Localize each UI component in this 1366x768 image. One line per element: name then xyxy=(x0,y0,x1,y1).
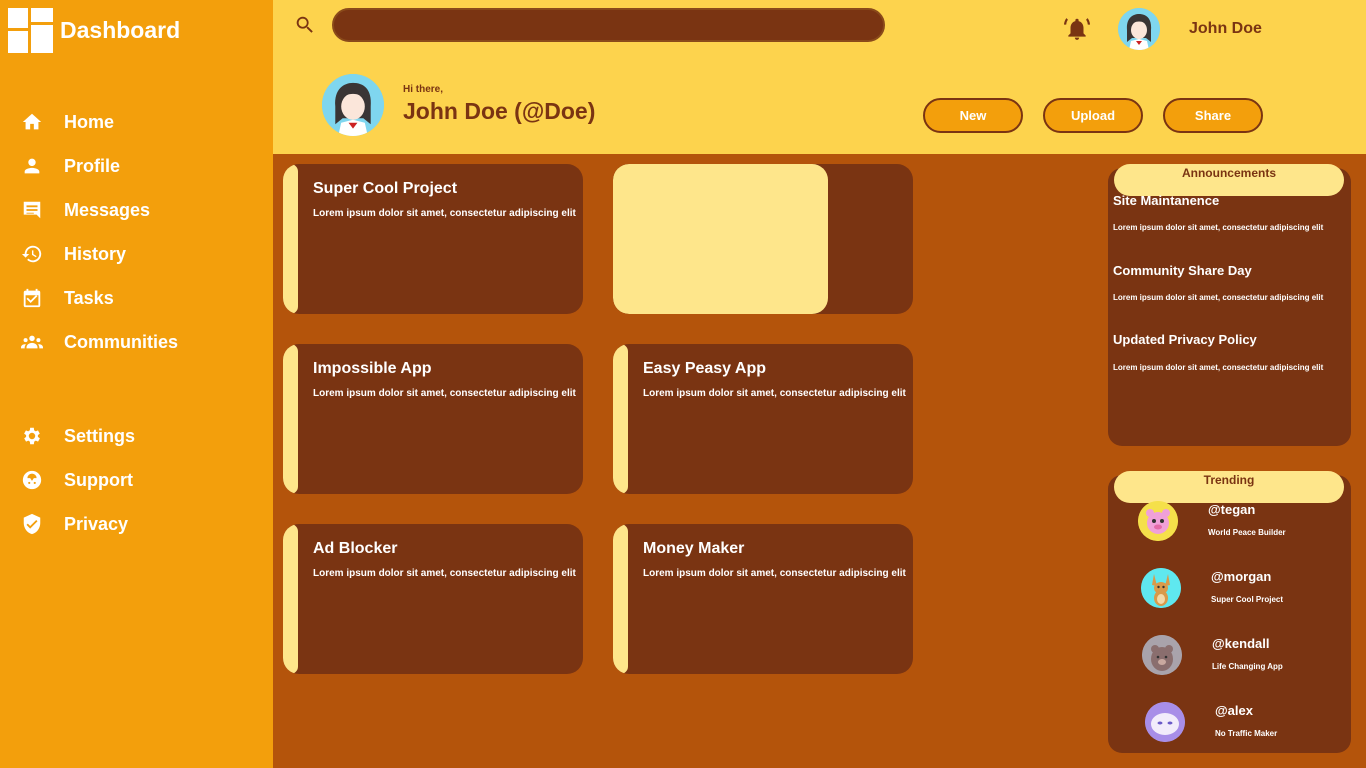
card-description: Lorem ipsum dolor sit amet, consectetur … xyxy=(313,568,576,579)
project-card-super-cool-project[interactable]: Super Cool Project Lorem ipsum dolor sit… xyxy=(283,164,583,314)
bell-icon[interactable] xyxy=(1064,16,1090,42)
trending-avatar-alex[interactable] xyxy=(1145,702,1185,742)
sidebar-item-messages[interactable]: Messages xyxy=(20,196,150,224)
card-description: Lorem ipsum dolor sit amet, consectetur … xyxy=(643,388,906,399)
card-title: Ad Blocker xyxy=(313,540,398,557)
sidebar-item-communities[interactable]: Communities xyxy=(20,328,178,356)
trending-avatar-kendall[interactable] xyxy=(1142,635,1182,675)
sidebar-item-label: Privacy xyxy=(64,513,129,534)
trending-avatar-tegan[interactable] xyxy=(1138,501,1178,541)
card-accent xyxy=(613,524,628,674)
sidebar-item-support[interactable]: Support xyxy=(20,466,133,494)
trending-project: Super Cool Project xyxy=(1211,595,1284,604)
trending-handle[interactable]: @morgan xyxy=(1211,569,1271,584)
card-description: Lorem ipsum dolor sit amet, consectetur … xyxy=(313,208,576,219)
trending-title: Trending xyxy=(1114,471,1344,503)
sidebar-item-history[interactable]: History xyxy=(20,240,126,268)
history-icon xyxy=(20,242,44,266)
card-placeholder xyxy=(613,164,828,314)
gear-icon xyxy=(20,424,44,448)
announcement-title[interactable]: Site Maintanence xyxy=(1113,193,1219,208)
trending-handle[interactable]: @kendall xyxy=(1212,636,1269,651)
sidebar-item-settings[interactable]: Settings xyxy=(20,422,135,450)
sidebar-item-privacy[interactable]: Privacy xyxy=(20,510,128,538)
announcement-description: Lorem ipsum dolor sit amet, consectetur … xyxy=(1113,293,1324,302)
card-description: Lorem ipsum dolor sit amet, consectetur … xyxy=(313,388,576,399)
profile-avatar xyxy=(322,74,384,136)
card-accent xyxy=(283,524,298,674)
announcements-title: Announcements xyxy=(1114,164,1344,196)
trending-handle[interactable]: @tegan xyxy=(1208,502,1255,517)
sidebar-item-label: Settings xyxy=(64,425,136,446)
share-button[interactable]: Share xyxy=(1163,98,1263,133)
project-card-impossible-app[interactable]: Impossible App Lorem ipsum dolor sit ame… xyxy=(283,344,583,494)
card-description: Lorem ipsum dolor sit amet, consectetur … xyxy=(643,568,906,579)
sidebar-item-label: History xyxy=(64,243,127,264)
avatar[interactable] xyxy=(1118,8,1160,50)
sidebar: Dashboard Home Profile Messages History … xyxy=(0,0,273,768)
sidebar-item-label: Communities xyxy=(64,331,179,352)
sidebar-item-label: Profile xyxy=(64,155,121,176)
project-card-empty[interactable] xyxy=(613,164,913,314)
sidebar-item-profile[interactable]: Profile xyxy=(20,152,120,180)
sidebar-item-home[interactable]: Home xyxy=(20,108,114,136)
sidebar-item-label: Tasks xyxy=(64,287,114,308)
card-accent xyxy=(613,344,628,494)
card-title: Easy Peasy App xyxy=(643,360,767,377)
announcement-description: Lorem ipsum dolor sit amet, consectetur … xyxy=(1113,223,1324,232)
project-card-easy-peasy-app[interactable]: Easy Peasy App Lorem ipsum dolor sit ame… xyxy=(613,344,913,494)
user-name[interactable]: John Doe xyxy=(1189,20,1262,38)
project-card-ad-blocker[interactable]: Ad Blocker Lorem ipsum dolor sit amet, c… xyxy=(283,524,583,674)
communities-icon xyxy=(20,330,44,354)
trending-project: World Peace Builder xyxy=(1208,528,1286,537)
search-icon[interactable] xyxy=(294,14,316,36)
person-icon xyxy=(20,154,44,178)
sidebar-item-label: Messages xyxy=(64,199,151,220)
card-title: Impossible App xyxy=(313,360,432,377)
search-input[interactable] xyxy=(332,8,885,42)
messages-icon xyxy=(20,198,44,222)
tasks-icon xyxy=(20,286,44,310)
announcements-panel: Announcements xyxy=(1108,164,1351,446)
card-title: Money Maker xyxy=(643,540,745,557)
greeting: Hi there, xyxy=(403,84,444,95)
dashboard-logo-icon xyxy=(8,8,53,53)
sidebar-item-label: Home xyxy=(64,111,115,132)
sidebar-item-tasks[interactable]: Tasks xyxy=(20,284,114,312)
support-icon xyxy=(20,468,44,492)
announcement-title[interactable]: Updated Privacy Policy xyxy=(1113,332,1257,347)
brand-title: Dashboard xyxy=(60,17,181,43)
trending-handle[interactable]: @alex xyxy=(1215,703,1253,718)
card-accent xyxy=(283,344,298,494)
home-icon xyxy=(20,110,44,134)
profile-name: John Doe (@Doe) xyxy=(403,98,596,124)
announcement-description: Lorem ipsum dolor sit amet, consectetur … xyxy=(1113,363,1324,372)
trending-avatar-morgan[interactable] xyxy=(1141,568,1181,608)
shield-icon xyxy=(20,512,44,536)
announcement-title[interactable]: Community Share Day xyxy=(1113,263,1252,278)
sidebar-item-label: Support xyxy=(64,469,133,490)
trending-project: No Traffic Maker xyxy=(1215,729,1278,738)
project-card-money-maker[interactable]: Money Maker Lorem ipsum dolor sit amet, … xyxy=(613,524,913,674)
card-accent xyxy=(283,164,298,314)
brand[interactable]: Dashboard xyxy=(8,8,180,53)
trending-project: Life Changing App xyxy=(1212,662,1283,671)
card-title: Super Cool Project xyxy=(313,180,458,197)
new-button[interactable]: New xyxy=(923,98,1023,133)
upload-button[interactable]: Upload xyxy=(1043,98,1143,133)
